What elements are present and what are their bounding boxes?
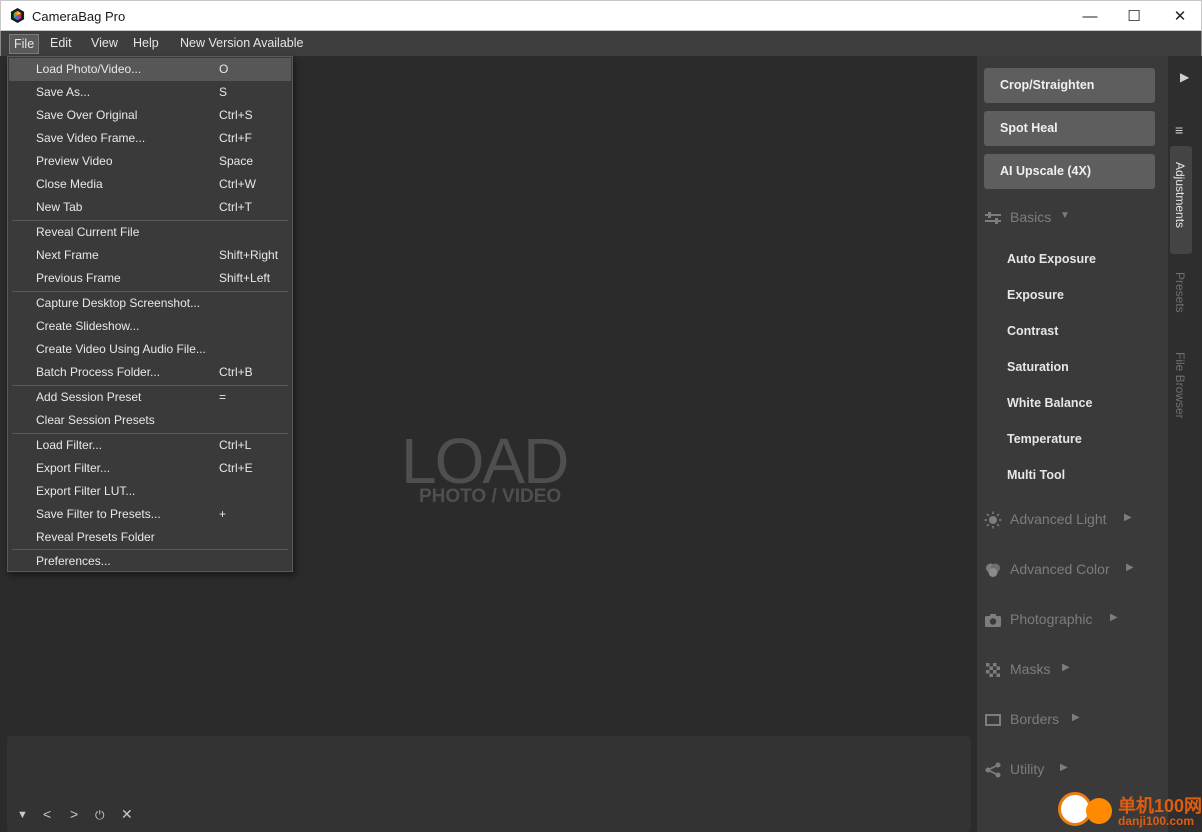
chevron-down-icon: ▼ [1060,210,1070,221]
menu-item-export-filter-lut[interactable]: Export Filter LUT... [9,480,291,503]
camera-icon [985,614,1001,627]
chevron-right-icon: ▶ [1060,762,1068,773]
previous-icon[interactable]: < [43,806,51,822]
next-icon[interactable]: > [70,806,78,822]
share-icon [985,762,1001,778]
tab-file-browser[interactable]: File Browser [1170,344,1192,434]
adjustment-saturation[interactable]: Saturation [1007,360,1069,374]
menu-item-create-slideshow[interactable]: Create Slideshow... [9,315,291,338]
menu-help[interactable]: Help [129,34,163,54]
menu-item-save-over-original[interactable]: Save Over Original Ctrl+S [9,104,291,127]
filmstrip-panel [7,736,971,832]
menu-item-preview-video[interactable]: Preview Video Space [9,150,291,173]
chevron-right-icon: ▶ [1126,562,1134,573]
panel-menu-icon[interactable]: ≡ [1175,122,1183,138]
adjustment-contrast[interactable]: Contrast [1007,324,1058,338]
crop-straighten-button[interactable]: Crop/Straighten [984,68,1155,103]
section-photographic[interactable]: Photographic ▶ [984,609,1154,631]
close-window-button[interactable]: ✕ [1157,1,1202,31]
menu-item-save-as[interactable]: Save As... S [9,81,291,104]
tab-presets[interactable]: Presets [1170,264,1192,324]
adjustment-multi-tool[interactable]: Multi Tool [1007,468,1065,482]
adjustment-exposure[interactable]: Exposure [1007,288,1064,302]
menu-file[interactable]: File [9,34,40,54]
menu-item-close-media[interactable]: Close Media Ctrl+W [9,173,291,196]
watermark-dot [1086,798,1112,824]
menu-item-batch-process-folder[interactable]: Batch Process Folder... Ctrl+B [9,361,291,384]
expand-panel-icon[interactable]: ▶ [1180,70,1189,84]
menu-item-load-photo-video[interactable]: Load Photo/Video... O [9,58,291,81]
menu-item-save-video-frame[interactable]: Save Video Frame... Ctrl+F [9,127,291,150]
menu-edit[interactable]: Edit [46,34,76,54]
chevron-right-icon: ▶ [1110,612,1118,623]
adjustment-white-balance[interactable]: White Balance [1007,396,1092,410]
sliders-icon [985,212,1001,224]
power-icon[interactable]: ⏻ [95,808,105,823]
section-basics[interactable]: Basics ▼ [984,207,1104,229]
maximize-button[interactable]: ☐ [1111,1,1157,31]
frame-icon [985,714,1001,726]
menu-item-new-tab[interactable]: New Tab Ctrl+T [9,196,291,219]
menu-item-next-frame[interactable]: Next Frame Shift+Right [9,244,291,267]
menu-item-previous-frame[interactable]: Previous Frame Shift+Left [9,267,291,290]
close-tab-icon[interactable]: ✕ [121,806,133,823]
menu-new-version[interactable]: New Version Available [176,34,307,54]
menu-item-export-filter[interactable]: Export Filter... Ctrl+E [9,457,291,480]
section-utility[interactable]: Utility ▶ [984,759,1104,781]
spot-heal-button[interactable]: Spot Heal [984,111,1155,146]
window-title: CameraBag Pro [32,9,126,24]
collapse-panel-icon[interactable]: ▼ [17,809,28,821]
menu-item-save-filter-to-presets[interactable]: Save Filter to Presets... + [9,503,291,526]
menu-item-add-session-preset[interactable]: Add Session Preset = [9,386,291,409]
color-circles-icon [986,563,1000,577]
section-advanced-color[interactable]: Advanced Color ▶ [984,559,1154,581]
sun-icon [984,511,1002,529]
menu-view[interactable]: View [87,34,122,54]
load-subtitle[interactable]: PHOTO / VIDEO [419,486,561,508]
title-bar: CameraBag Pro — ☐ ✕ [0,0,1202,31]
chevron-right-icon: ▶ [1062,662,1070,673]
menu-bar: File Edit View Help New Version Availabl… [0,31,1202,56]
menu-item-clear-session-presets[interactable]: Clear Session Presets [9,409,291,432]
menu-item-capture-desktop-screenshot[interactable]: Capture Desktop Screenshot... [9,292,291,315]
menu-item-reveal-current-file[interactable]: Reveal Current File [9,221,291,244]
watermark-logo: 单机100网 danji100.com [1052,788,1202,832]
section-masks[interactable]: Masks ▶ [984,659,1104,681]
tab-adjustments[interactable]: Adjustments [1170,146,1192,254]
checker-icon [986,663,1000,677]
menu-item-create-video-audio[interactable]: Create Video Using Audio File... [9,338,291,361]
ai-upscale-button[interactable]: AI Upscale (4X) [984,154,1155,189]
menu-item-preferences[interactable]: Preferences... [9,550,291,573]
menu-item-reveal-presets-folder[interactable]: Reveal Presets Folder [9,526,291,549]
adjustment-temperature[interactable]: Temperature [1007,432,1082,446]
section-borders[interactable]: Borders ▶ [984,709,1104,731]
chevron-right-icon: ▶ [1124,512,1132,523]
minimize-button[interactable]: — [1067,1,1113,31]
adjustment-auto-exposure[interactable]: Auto Exposure [1007,252,1096,266]
chevron-right-icon: ▶ [1072,712,1080,723]
file-menu-dropdown: Load Photo/Video... O Save As... S Save … [7,56,293,572]
section-advanced-light[interactable]: Advanced Light ▶ [984,509,1154,531]
menu-item-load-filter[interactable]: Load Filter... Ctrl+L [9,434,291,457]
camerabag-app-icon [10,8,25,23]
